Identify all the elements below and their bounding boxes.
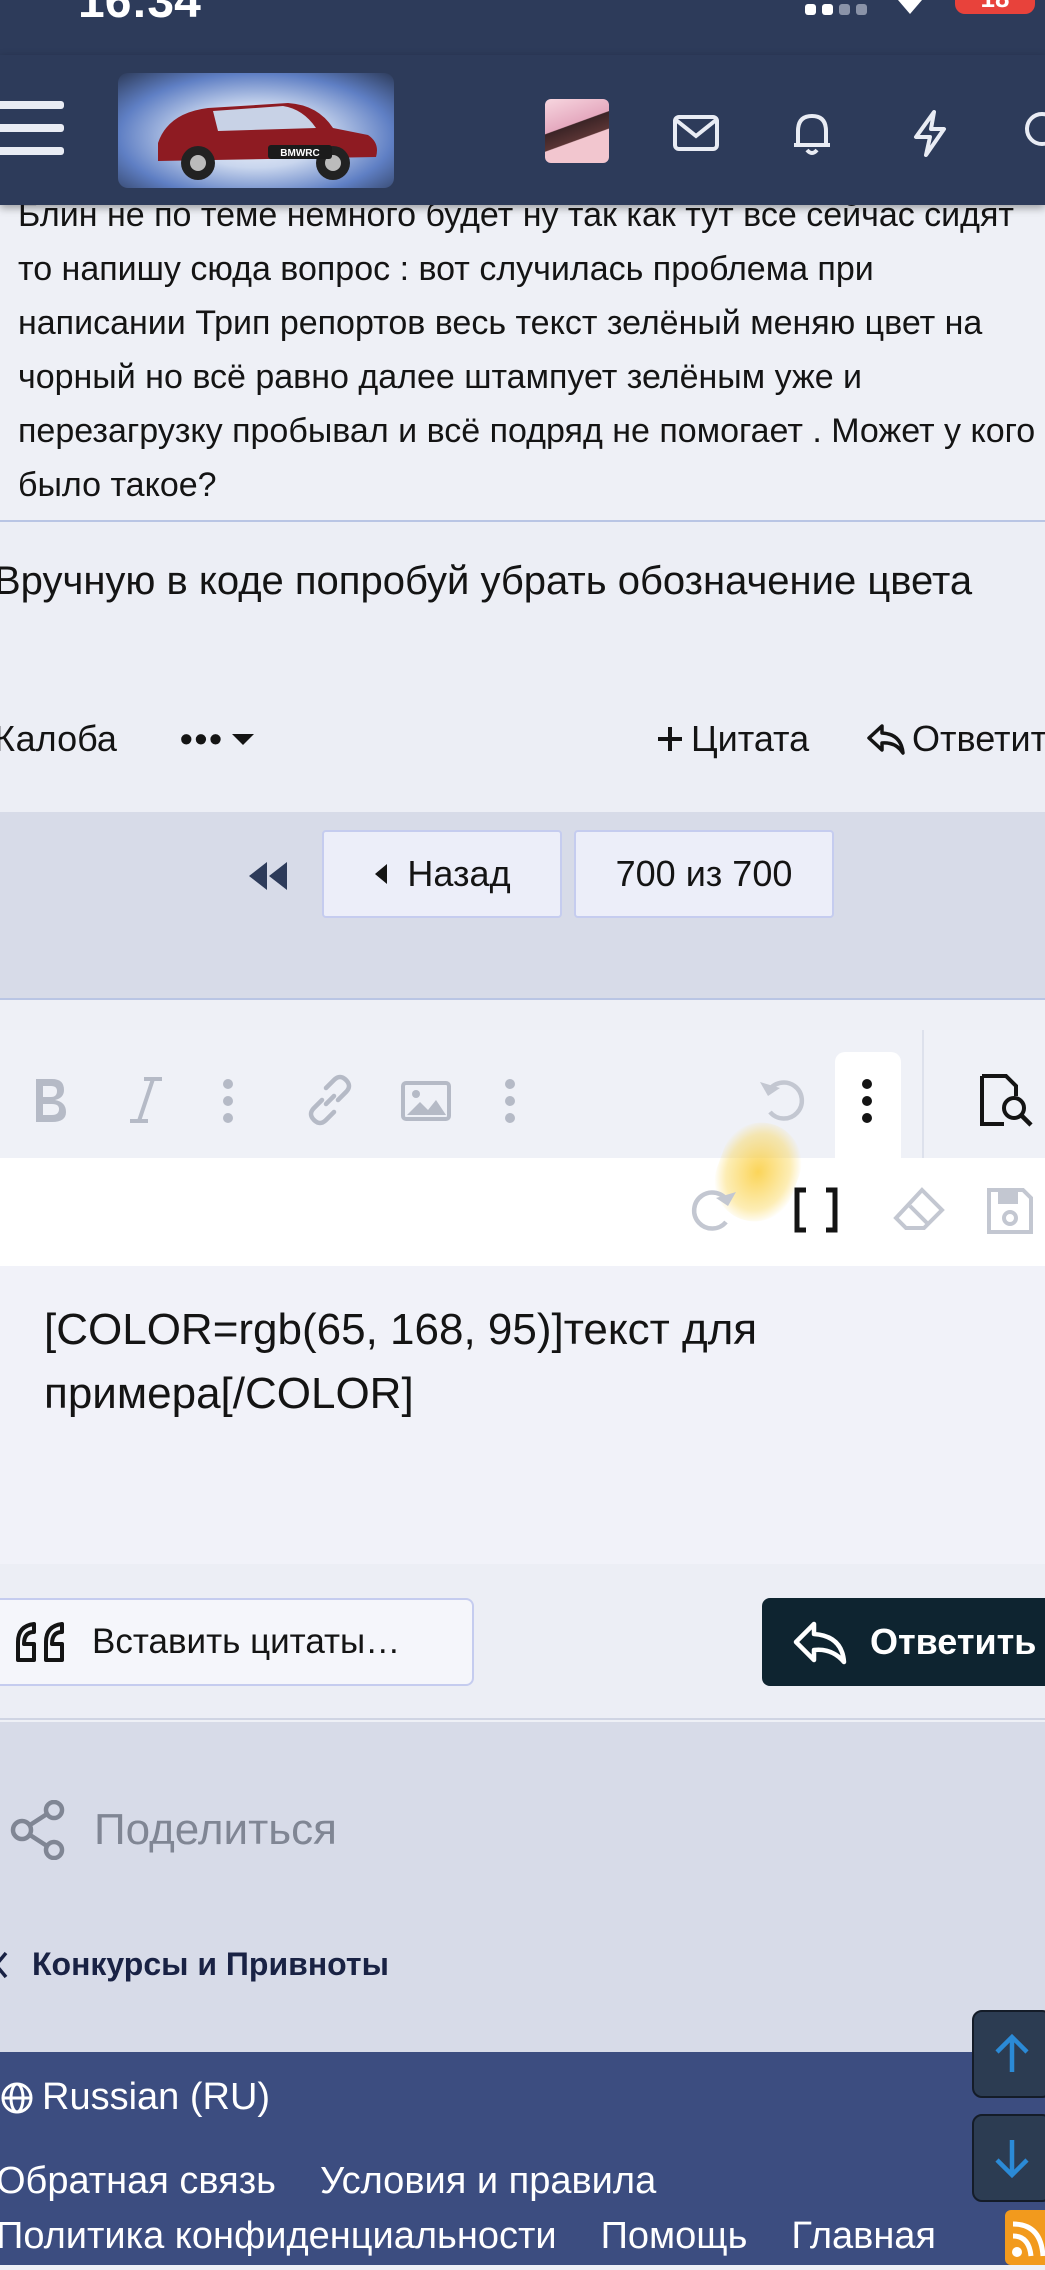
site-header: BMWRC [0,55,1045,205]
language-label: Russian (RU) [42,2076,271,2118]
caret-down-icon [231,734,254,745]
more-vertical-icon-3[interactable] [857,1078,877,1124]
arrow-down-icon [995,2140,1029,2179]
image-icon[interactable] [400,1080,452,1122]
svg-text:BMWRC: BMWRC [280,148,319,159]
editor-content[interactable]: [COLOR=rgb(65, 168, 95)]текст для пример… [44,1298,1044,1426]
footer-links-row2: Политика конфиденциальности Помощь Главн… [0,2215,936,2258]
rss-icon[interactable] [1005,2210,1045,2265]
chevron-left-icon [0,1951,8,1978]
lightning-icon[interactable] [904,107,956,159]
post-actions: Жалоба ••• Цитата Ответить [0,710,1045,770]
bell-icon[interactable] [786,107,838,159]
undo-icon[interactable] [756,1074,808,1126]
search-icon[interactable] [1020,107,1045,159]
report-link[interactable]: Жалоба [0,718,117,760]
footer-links-row1: Обратная связь Условия и правила [0,2160,656,2203]
link-icon[interactable] [304,1074,356,1126]
first-page-icon[interactable] [245,860,289,892]
arrow-up-icon [995,2033,1029,2072]
post-message: Блин не по теме немного будет ну так как… [18,196,1036,504]
more-menu-button[interactable]: ••• [180,718,256,760]
mail-icon[interactable] [670,107,722,159]
scroll-to-top-button[interactable] [972,2010,1045,2098]
eraser-icon[interactable] [892,1186,946,1234]
thread-footer [0,1722,1045,2052]
quote-label: Цитата [691,718,810,759]
signal-icon [805,4,867,15]
status-bar: 16:34 18 [0,0,1045,55]
preview-icon[interactable] [976,1072,1036,1128]
share-button[interactable]: Поделиться [10,1800,337,1860]
footer-link-terms[interactable]: Условия и правила [320,2160,656,2203]
quote-button[interactable]: Цитата [655,718,809,760]
page-selector[interactable]: 700 из 700 [574,830,834,918]
language-selector[interactable]: Russian (RU) [0,2076,270,2119]
italic-icon[interactable] [126,1075,166,1125]
footer-link-home[interactable]: Главная [791,2215,936,2258]
footer-link-help[interactable]: Помощь [601,2215,748,2258]
more-dots: ••• [180,718,224,759]
scroll-to-bottom-button[interactable] [972,2114,1045,2202]
breadcrumb[interactable]: Конкурсы и Привноты [0,1946,389,1983]
quote-marks-icon [16,1622,64,1662]
menu-icon[interactable] [0,101,64,157]
battery-icon: 18 [955,0,1035,14]
toolbar-separator [922,1030,924,1158]
plus-icon [658,727,682,751]
more-vertical-icon[interactable] [218,1078,238,1124]
submit-reply-button[interactable]: Ответить [762,1598,1045,1686]
globe-icon [1,2082,33,2113]
more-vertical-icon-2[interactable] [500,1078,520,1124]
reply-message: Вручную в коде попробуй убрать обозначен… [0,559,973,603]
pagination: Назад 700 из 700 [0,812,1045,1000]
prev-page-label: Назад [407,853,511,894]
prev-page-button[interactable]: Назад [322,830,562,918]
insert-quotes-label: Вставить цитаты… [92,1622,401,1661]
editor-toolbar-secondary [0,1158,1045,1266]
reply-label: Ответить [912,718,1045,759]
footer-link-feedback[interactable]: Обратная связь [0,2160,276,2203]
source-code-icon[interactable] [792,1184,840,1236]
breadcrumb-label: Конкурсы и Привноты [32,1946,389,1982]
avatar[interactable] [545,99,609,163]
wifi-icon [898,0,922,14]
caret-left-icon [375,864,388,884]
submit-reply-label: Ответить [870,1621,1037,1662]
redo-icon[interactable] [688,1184,740,1236]
site-logo[interactable]: BMWRC [118,73,394,188]
reply-icon-white [793,1621,847,1665]
share-label: Поделиться [94,1805,337,1854]
insert-quotes-button[interactable]: Вставить цитаты… [0,1598,474,1686]
reply-button[interactable]: Ответить [866,718,1045,760]
reply-icon [867,724,905,755]
share-icon [10,1800,65,1860]
status-time: 16:34 [78,0,201,28]
save-draft-icon[interactable] [985,1186,1035,1236]
footer-link-privacy[interactable]: Политика конфиденциальности [0,2215,557,2258]
bold-icon[interactable] [28,1075,72,1125]
